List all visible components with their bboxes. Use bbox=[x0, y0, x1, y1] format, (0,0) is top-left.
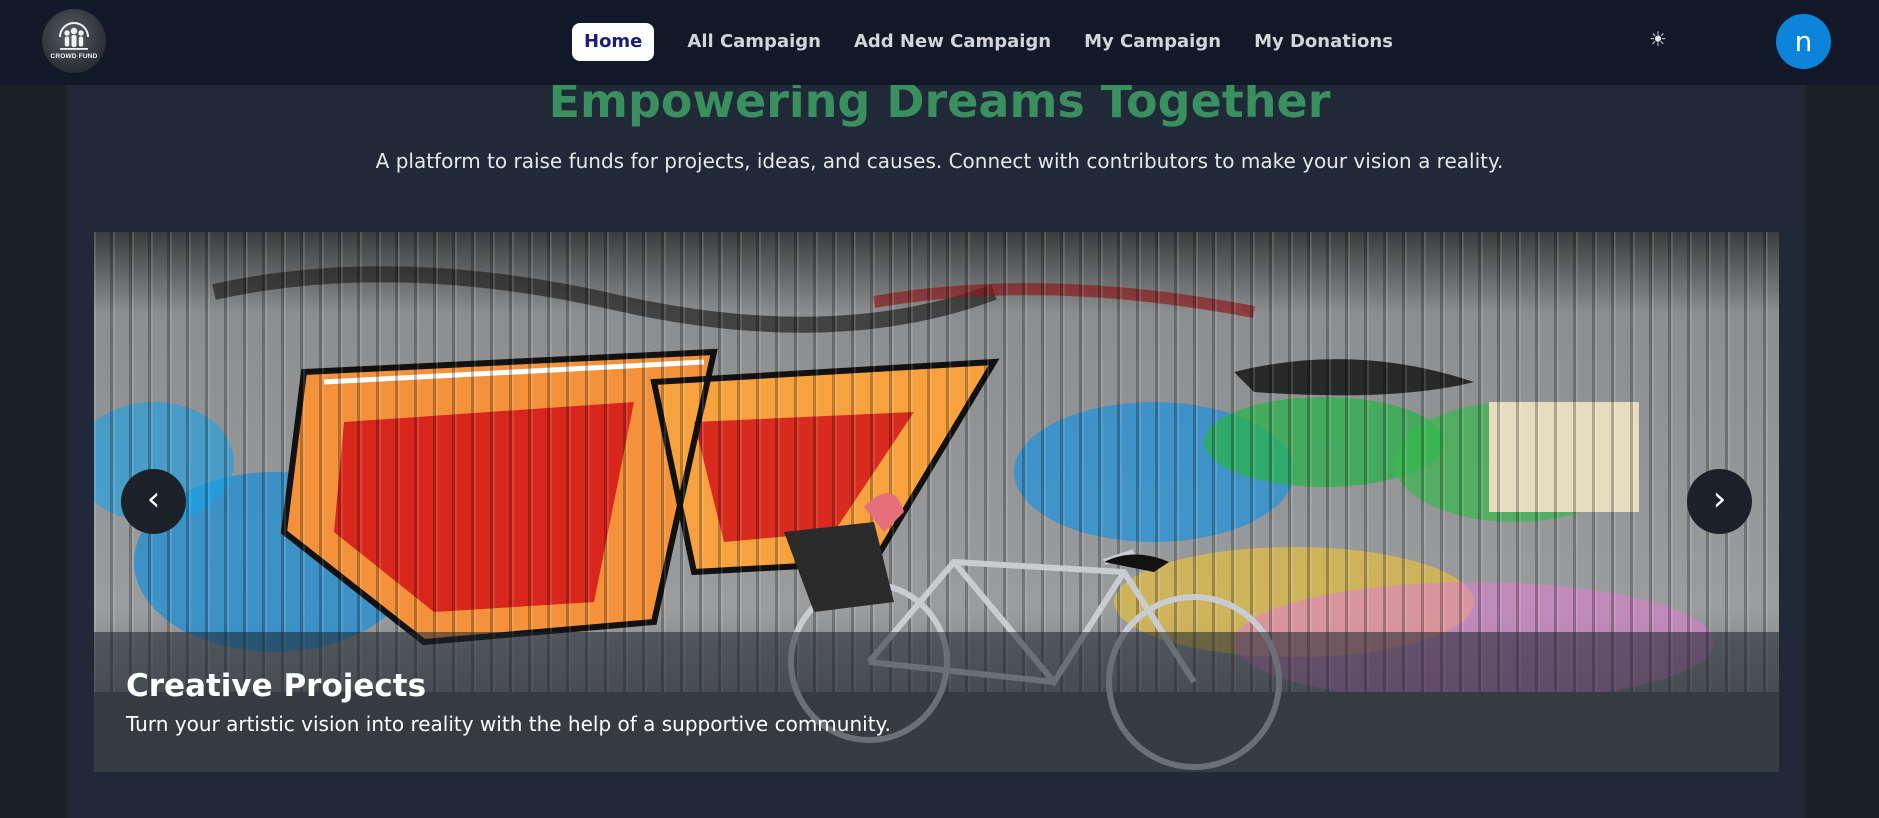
carousel-next-button[interactable]: › bbox=[1687, 469, 1752, 534]
nav-link-all-campaign[interactable]: All Campaign bbox=[676, 23, 832, 61]
hero-carousel: Creative Projects Turn your artistic vis… bbox=[94, 232, 1779, 772]
logo-text: CROWD FUND bbox=[50, 53, 98, 60]
nav-link-my-donations[interactable]: My Donations bbox=[1243, 23, 1404, 61]
nav-link-home[interactable]: Home bbox=[572, 23, 655, 61]
main-nav: Home All Campaign Add New Campaign My Ca… bbox=[572, 23, 1415, 61]
sun-icon[interactable]: ☀ bbox=[1647, 26, 1669, 52]
crowd-fund-logo[interactable]: CROWD FUND bbox=[42, 9, 106, 73]
user-avatar[interactable]: n bbox=[1776, 14, 1831, 69]
slide-title: Creative Projects bbox=[126, 668, 427, 704]
nav-link-add-new-campaign[interactable]: Add New Campaign bbox=[843, 23, 1062, 61]
carousel-prev-button[interactable]: ‹ bbox=[121, 469, 186, 534]
nav-link-my-campaign[interactable]: My Campaign bbox=[1073, 23, 1232, 61]
crowd-people-icon bbox=[59, 22, 89, 50]
top-navbar: CROWD FUND Home All Campaign Add New Cam… bbox=[0, 0, 1879, 85]
slide-description: Turn your artistic vision into reality w… bbox=[126, 712, 891, 736]
hero-subtitle: A platform to raise funds for projects, … bbox=[375, 149, 1504, 173]
